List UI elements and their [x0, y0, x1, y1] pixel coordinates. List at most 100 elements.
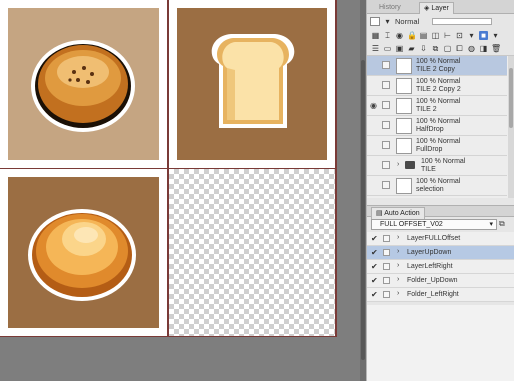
visibility-toggle[interactable] [370, 161, 379, 170]
delete-icon[interactable]: 🗑 [491, 44, 501, 53]
right-panel: History ◈ Layer ▾ Normal ▦ ⌶ ◉ 🔒 ▤ ◫ ⊢ ⊡… [366, 0, 514, 381]
tab-auto-action[interactable]: ▤ Auto Action [371, 207, 425, 219]
action-checkbox[interactable] [383, 235, 390, 242]
visibility-toggle[interactable] [370, 61, 379, 70]
bun-icon [31, 40, 135, 132]
action-checkbox[interactable] [383, 263, 390, 270]
tile-background [177, 8, 327, 160]
grid-icon[interactable]: ▦ [371, 31, 380, 40]
color-swatch[interactable] [370, 17, 380, 26]
action-item[interactable]: ✔ › Folder_UpDown [367, 274, 514, 288]
chevron-right-icon[interactable]: › [397, 276, 399, 283]
chevron-right-icon[interactable]: › [397, 248, 399, 255]
layer-opacity: 100 % Normal [416, 178, 461, 185]
mask-icon[interactable]: ◫ [431, 31, 440, 40]
combine-icon[interactable]: ⧉ [431, 44, 440, 53]
scroll-thumb[interactable] [361, 60, 365, 360]
check-icon[interactable]: ✔ [371, 290, 378, 299]
opacity-slider[interactable] [432, 18, 492, 25]
layer-list-scrollbar[interactable] [508, 56, 514, 198]
action-set-name: FULL OFFSET_V02 [380, 221, 443, 228]
layer-row[interactable]: 100 % Normal HalfDrop [367, 116, 507, 136]
chevron-down-icon[interactable]: ▾ [491, 31, 500, 40]
action-menu-icon[interactable]: ⧉ [499, 219, 505, 229]
layer-checkbox[interactable] [382, 141, 390, 149]
action-label: LayerLeftRight [407, 263, 453, 270]
layer-color-icon[interactable]: ■ [479, 30, 488, 40]
tab-layer-label: Layer [431, 5, 449, 12]
canvas-area[interactable] [0, 0, 360, 381]
action-checkbox[interactable] [383, 249, 390, 256]
chevron-down-icon[interactable]: ▾ [383, 17, 392, 26]
reference-icon[interactable]: ◉ [395, 31, 404, 40]
tile-bottom-left [0, 169, 167, 336]
new-folder-icon[interactable]: ▰ [407, 44, 416, 53]
action-checkbox[interactable] [383, 277, 390, 284]
layer-checkbox[interactable] [382, 101, 390, 109]
visibility-toggle[interactable] [370, 181, 379, 190]
clip-icon[interactable]: ⌶ [383, 31, 392, 40]
layer-row[interactable]: 100 % Normal selection [367, 176, 507, 196]
new-vector-layer-icon[interactable]: ▣ [395, 44, 404, 53]
layer-opacity: 100 % Normal [416, 98, 461, 105]
auto-action-icon: ▤ [376, 210, 385, 217]
layer-thumbnail [396, 178, 412, 194]
layer-row[interactable]: 100 % Normal TILE 2 Copy 2 [367, 76, 507, 96]
layer-checkbox[interactable] [382, 121, 390, 129]
visibility-toggle[interactable] [370, 81, 379, 90]
visibility-toggle[interactable] [370, 141, 379, 150]
action-item[interactable]: ✔ › LayerUpDown [367, 246, 514, 260]
check-icon[interactable]: ✔ [371, 234, 378, 243]
select-layer-icon[interactable]: ⊡ [455, 31, 464, 40]
dropdown-icon[interactable]: ▾ [467, 31, 476, 40]
visibility-toggle[interactable] [370, 121, 379, 130]
blend-mode-select[interactable]: Normal [395, 17, 429, 26]
blend-row: ▾ Normal [367, 15, 514, 28]
menu-icon[interactable]: ☰ [371, 44, 380, 53]
layer-checkbox[interactable] [382, 181, 390, 189]
lock-transparency-icon[interactable]: ▤ [419, 31, 428, 40]
action-label: Folder_UpDown [407, 277, 458, 284]
apply-mask-icon[interactable]: ◨ [479, 44, 488, 53]
check-icon[interactable]: ✔ [371, 276, 378, 285]
chevron-right-icon[interactable]: › [397, 262, 399, 269]
layer-toolbar-2: ☰ ▭ ▣ ▰ ⇩ ⧉ ▢ ⧠ ◍ ◨ 🗑 [367, 42, 514, 54]
layer-folder-row[interactable]: › 100 % Normal TILE [367, 156, 507, 176]
chevron-right-icon[interactable]: › [397, 290, 399, 297]
action-checkbox[interactable] [383, 291, 390, 298]
action-label: LayerUpDown [407, 249, 452, 256]
chevron-right-icon[interactable]: › [397, 234, 399, 241]
layer-props-icon[interactable]: ▢ [443, 44, 452, 53]
layer-checkbox[interactable] [382, 61, 390, 69]
layer-opacity: 100 % Normal [416, 78, 461, 85]
check-icon[interactable]: ✔ [371, 248, 378, 257]
layer-row[interactable]: 100 % Normal FullDrop [367, 136, 507, 156]
lock-icon[interactable]: 🔒 [407, 31, 417, 40]
scroll-thumb[interactable] [509, 68, 513, 128]
action-list: ✔ › LayerFULLOffset ✔ › LayerUpDown ✔ › … [367, 232, 514, 302]
eye-icon[interactable]: ◉ [370, 101, 379, 110]
tab-layer[interactable]: ◈ Layer [419, 2, 454, 14]
canvas-document[interactable] [0, 0, 337, 337]
layer-row[interactable]: ◉ 100 % Normal TILE 2 [367, 96, 507, 116]
layer-checkbox[interactable] [382, 161, 390, 169]
check-icon[interactable]: ✔ [371, 262, 378, 271]
transfer-down-icon[interactable]: ⇩ [419, 44, 428, 53]
chevron-right-icon[interactable]: › [397, 161, 399, 168]
mask-add-icon[interactable]: ◍ [467, 44, 476, 53]
cream-bun-icon [28, 209, 136, 301]
ruler-icon[interactable]: ⊢ [443, 31, 452, 40]
action-set-select[interactable]: FULL OFFSET_V02 ▾ [371, 219, 497, 230]
layer-row[interactable]: 100 % Normal TILE 2 Copy [367, 56, 507, 76]
layer-name: FullDrop [416, 146, 443, 153]
duplicate-icon[interactable]: ⧠ [455, 44, 464, 53]
new-raster-layer-icon[interactable]: ▭ [383, 44, 392, 53]
action-item[interactable]: ✔ › LayerFULLOffset [367, 232, 514, 246]
layer-checkbox[interactable] [382, 81, 390, 89]
action-item[interactable]: ✔ › LayerLeftRight [367, 260, 514, 274]
tab-history[interactable]: History [375, 2, 405, 14]
layer-name: HalfDrop [416, 126, 444, 133]
layer-name: TILE 2 [416, 106, 437, 113]
layer-opacity: 100 % Normal [416, 58, 461, 65]
action-item[interactable]: ✔ › Folder_LeftRight [367, 288, 514, 302]
